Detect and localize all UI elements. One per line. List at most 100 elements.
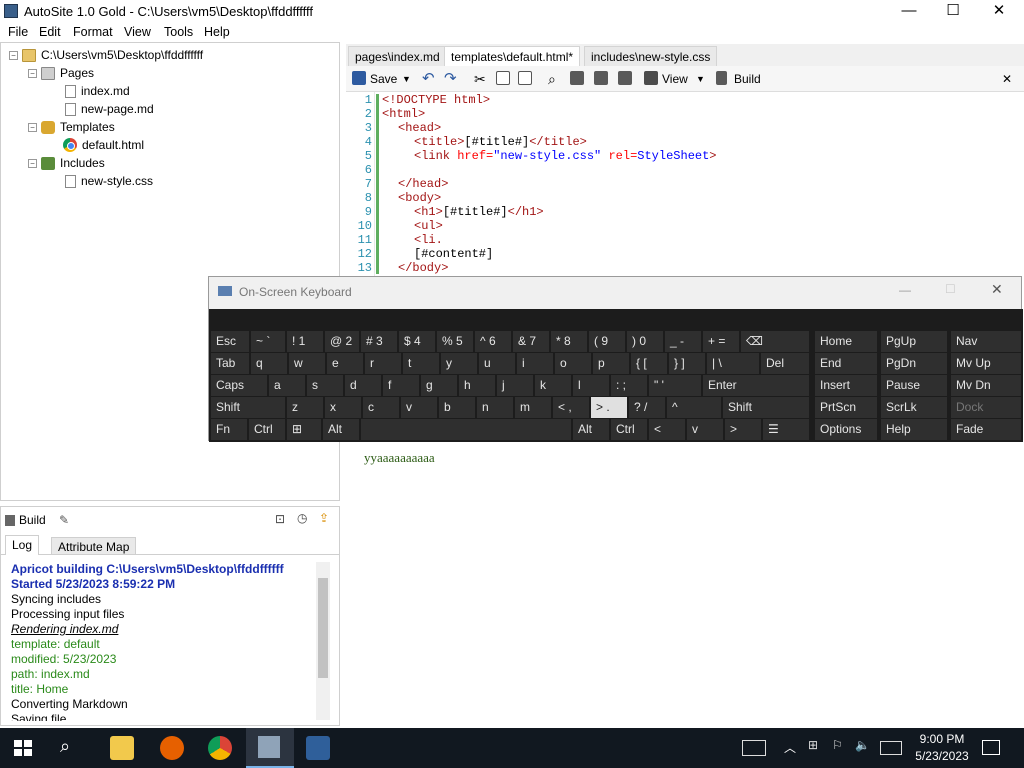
osk-key[interactable]: Alt <box>573 419 609 440</box>
osk-key[interactable]: j <box>497 375 533 396</box>
ime-keyboard-icon[interactable] <box>880 741 902 755</box>
osk-nav-key[interactable]: End <box>815 353 877 374</box>
menu-view[interactable]: View <box>124 25 151 39</box>
tree-item-includes[interactable]: − Includes <box>28 154 105 172</box>
osk-key[interactable]: " ' <box>649 375 701 396</box>
tree-item-pages[interactable]: − Pages <box>28 64 94 82</box>
osk-key[interactable]: u <box>479 353 515 374</box>
osk-key[interactable]: Ctrl <box>249 419 285 440</box>
menu-tools[interactable]: Tools <box>164 25 193 39</box>
menu-file[interactable]: File <box>8 25 28 39</box>
osk-key[interactable]: v <box>687 419 723 440</box>
security-tray-icon[interactable]: ⚐ <box>832 738 843 752</box>
collapse-icon[interactable]: − <box>28 158 37 168</box>
osk-key[interactable]: Ctrl <box>611 419 647 440</box>
autosite-task-button[interactable] <box>246 728 294 768</box>
osk-key[interactable]: n <box>477 397 513 418</box>
view-button[interactable]: View <box>662 71 688 87</box>
osk-key[interactable]: y <box>441 353 477 374</box>
osk-key[interactable]: o <box>555 353 591 374</box>
menu-format[interactable]: Format <box>73 25 113 39</box>
menu-edit[interactable]: Edit <box>39 25 61 39</box>
refresh-icon[interactable]: ◷ <box>297 511 307 525</box>
osk-nav-key[interactable]: Home <box>815 331 877 352</box>
osk-key[interactable]: g <box>421 375 457 396</box>
osk-key[interactable]: q <box>251 353 287 374</box>
osk-nav-key[interactable]: Dock <box>951 397 1021 418</box>
browse-icon[interactable]: ⊡ <box>275 512 285 526</box>
osk-task-icon[interactable] <box>306 736 330 760</box>
clean-icon[interactable]: ✎ <box>59 513 69 527</box>
osk-nav-key[interactable]: PgUp <box>881 331 947 352</box>
osk-nav-key[interactable]: Mv Up <box>951 353 1021 374</box>
tree-item-new-page[interactable]: new-page.md <box>65 100 154 118</box>
maximize-button[interactable]: ☐ <box>930 0 976 22</box>
cut-icon[interactable]: ✂ <box>474 71 486 87</box>
chevron-up-icon[interactable]: ︿ <box>784 739 796 756</box>
osk-key[interactable]: ) 0 <box>627 331 663 352</box>
osk-key[interactable]: i <box>517 353 553 374</box>
osk-key[interactable]: # 3 <box>361 331 397 352</box>
tree-item-index[interactable]: index.md <box>65 82 130 100</box>
osk-key[interactable]: > <box>725 419 761 440</box>
osk-key[interactable]: ⌫ <box>741 331 809 352</box>
osk-key[interactable]: ☰ <box>763 419 809 440</box>
osk-key[interactable]: Del <box>761 353 809 374</box>
tree-item-templates[interactable]: − Templates <box>28 118 115 136</box>
osk-key[interactable]: Fn <box>211 419 247 440</box>
osk-minimize-button[interactable]: — <box>899 283 911 297</box>
osk-key[interactable]: x <box>325 397 361 418</box>
osk-nav-key[interactable]: PrtScn <box>815 397 877 418</box>
osk-key[interactable]: Alt <box>323 419 359 440</box>
insert-icon[interactable] <box>618 71 632 85</box>
close-tab-button[interactable]: ✕ <box>1002 71 1012 87</box>
osk-key[interactable]: Enter <box>703 375 809 396</box>
osk-key[interactable]: ^ <box>667 397 721 418</box>
osk-key[interactable]: d <box>345 375 381 396</box>
volume-muted-icon[interactable]: 🔈 <box>855 738 870 752</box>
osk-key[interactable]: * 8 <box>551 331 587 352</box>
save-button[interactable]: Save <box>370 71 397 87</box>
osk-nav-key[interactable]: ScrLk <box>881 397 947 418</box>
osk-key[interactable]: ~ ` <box>251 331 285 352</box>
undo-icon[interactable]: ↶ <box>422 71 435 87</box>
osk-key[interactable]: k <box>535 375 571 396</box>
open-folder-icon[interactable]: ⇪ <box>319 511 329 525</box>
osk-key[interactable]: ⊞ <box>287 419 321 440</box>
osk-key[interactable]: < , <box>553 397 589 418</box>
notification-icon[interactable] <box>982 740 1000 755</box>
osk-close-button[interactable]: ✕ <box>991 281 1003 298</box>
close-button[interactable]: ✕ <box>976 0 1022 22</box>
osk-key[interactable]: b <box>439 397 475 418</box>
osk-key[interactable]: s <box>307 375 343 396</box>
osk-key[interactable]: Shift <box>723 397 809 418</box>
osk-key[interactable]: a <box>269 375 305 396</box>
osk-key[interactable]: ! 1 <box>287 331 323 352</box>
osk-key[interactable]: | \ <box>707 353 759 374</box>
osk-key[interactable]: % 5 <box>437 331 473 352</box>
network-tray-icon[interactable]: ⊞ <box>808 738 818 752</box>
osk-key[interactable]: f <box>383 375 419 396</box>
osk-key[interactable]: } ] <box>669 353 705 374</box>
osk-key[interactable]: e <box>327 353 363 374</box>
find-icon[interactable]: ⌕ <box>548 71 556 87</box>
osk-key[interactable] <box>361 419 571 440</box>
scroll-thumb[interactable] <box>318 578 328 678</box>
image-icon[interactable] <box>594 71 608 85</box>
code-editor[interactable]: 1 2 3 4 5 6 7 8 9 10 11 12 13 <!DOCTYPE … <box>346 92 1024 276</box>
osk-key[interactable]: h <box>459 375 495 396</box>
osk-key[interactable]: $ 4 <box>399 331 435 352</box>
osk-key[interactable]: z <box>287 397 323 418</box>
osk-nav-key[interactable]: PgDn <box>881 353 947 374</box>
paste-icon[interactable] <box>518 71 532 85</box>
tab-new-style-css[interactable]: includes\new-style.css <box>584 46 718 66</box>
osk-nav-key[interactable]: Insert <box>815 375 877 396</box>
start-icon[interactable] <box>14 740 32 756</box>
osk-key[interactable]: > . <box>591 397 627 418</box>
osk-key[interactable]: c <box>363 397 399 418</box>
menu-help[interactable]: Help <box>204 25 230 39</box>
osk-key[interactable]: ^ 6 <box>475 331 511 352</box>
build-button[interactable]: Build <box>734 71 761 87</box>
osk-nav-key[interactable]: Options <box>815 419 877 440</box>
clock[interactable]: 9:00 PM 5/23/2023 <box>912 732 972 763</box>
